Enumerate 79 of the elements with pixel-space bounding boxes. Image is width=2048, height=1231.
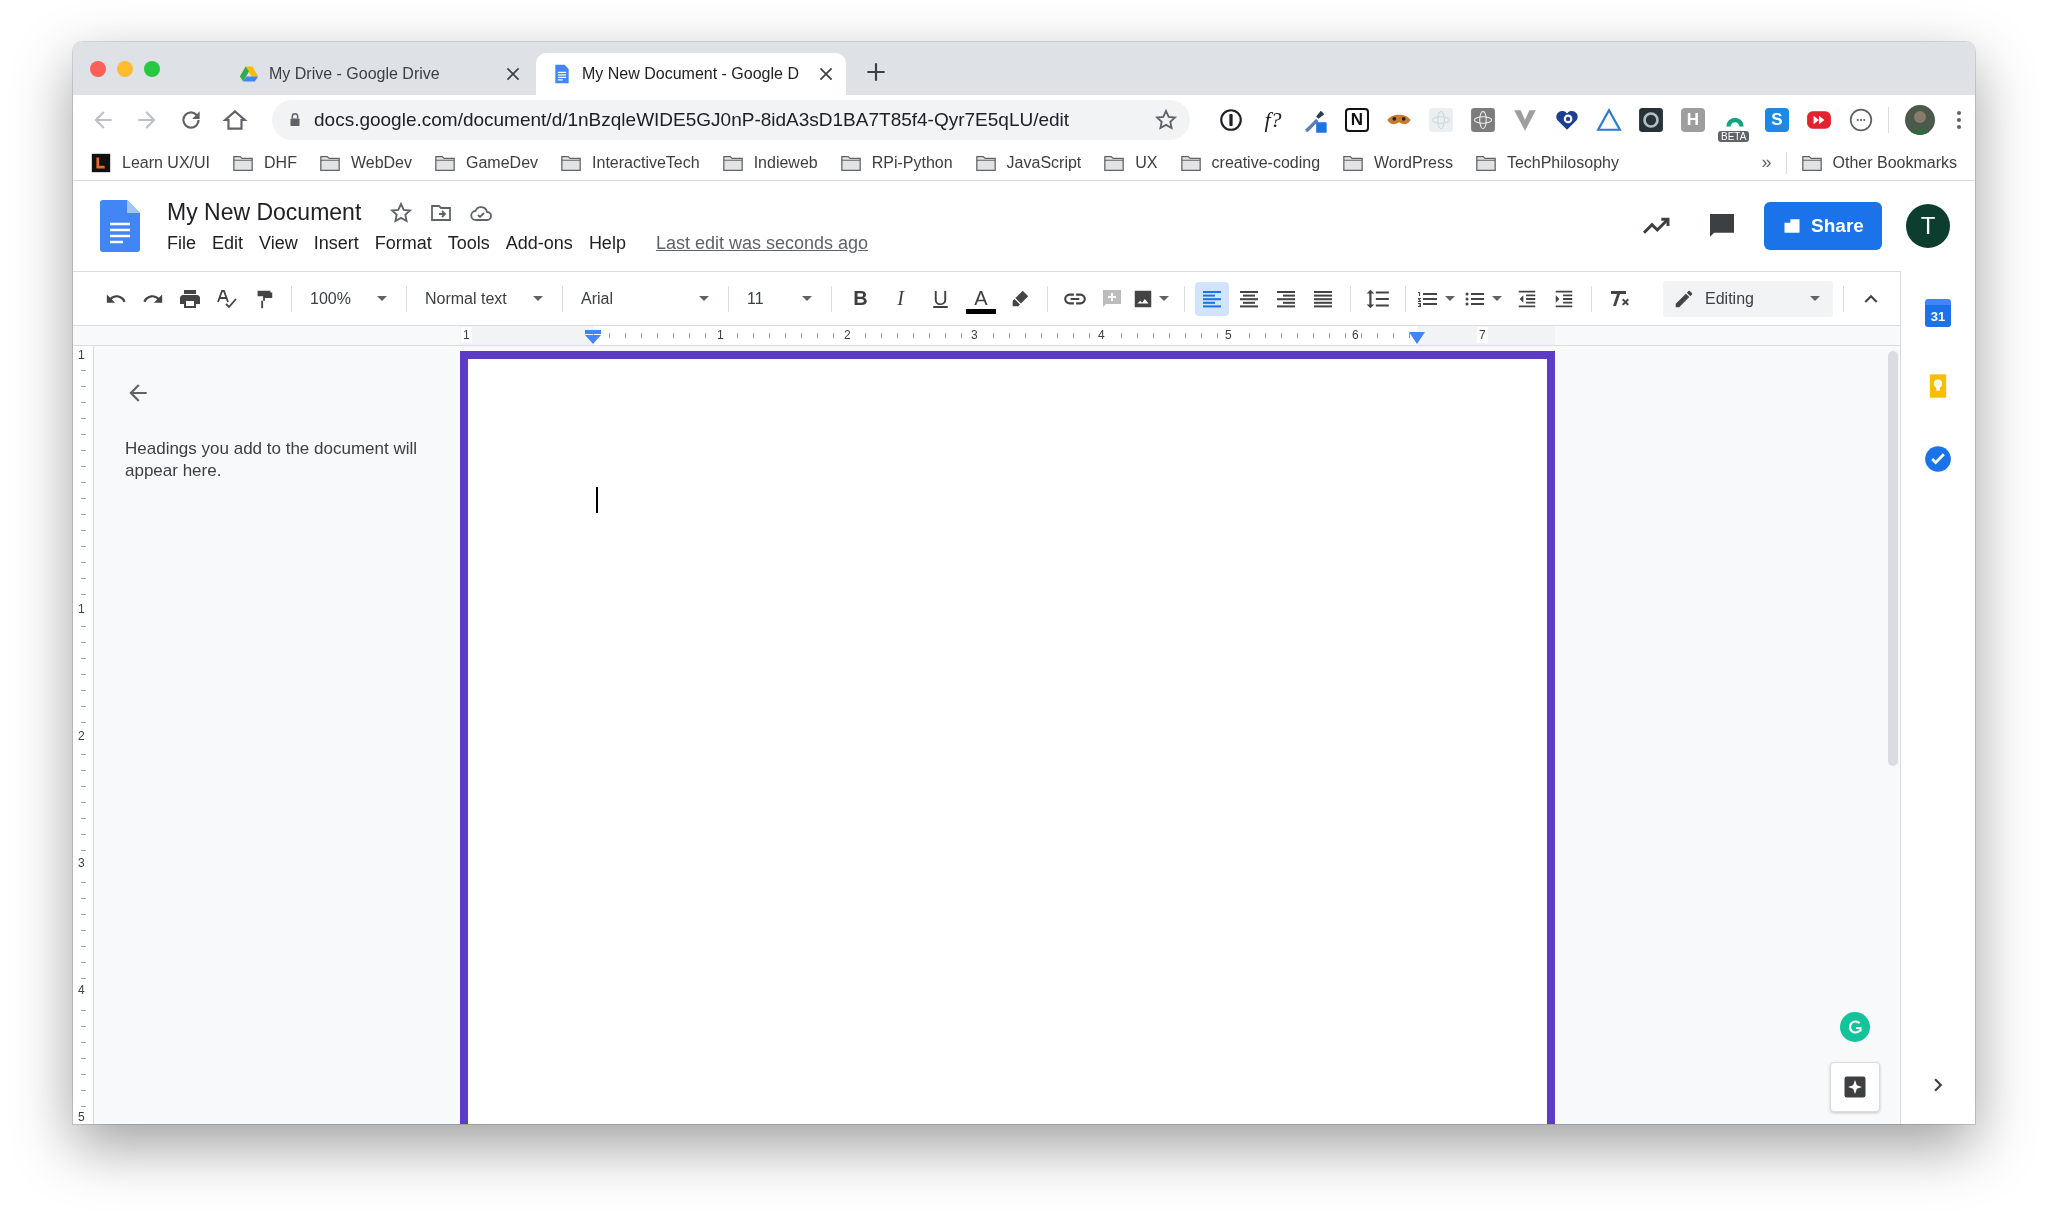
extension-button[interactable]: f? [1264,107,1282,133]
ruler-number: 1 [461,327,472,343]
document-icon [552,64,572,84]
menu-item[interactable]: File [161,230,202,257]
explore-button[interactable] [1830,1062,1880,1112]
bookmark[interactable]: InteractiveTech [560,151,700,174]
font-size-dropdown[interactable]: 11 [739,281,821,316]
home-icon[interactable] [222,107,248,133]
menu-item[interactable]: Insert [307,230,365,257]
address-bar[interactable]: docs.google.com/document/d/1nBzqleWIDE5GJ0nP-8idA3sD1BA7T85f4-Qyr7E5qLU/edit [272,100,1190,140]
building-icon [1782,216,1803,236]
drive-icon [239,64,259,84]
caret-icon [1810,296,1820,301]
align-button[interactable] [1195,281,1229,316]
user-avatar[interactable]: T [1906,204,1950,248]
zoom-dropdown[interactable]: 100% [302,281,396,316]
menu-item[interactable]: Format [368,230,438,257]
bookmark[interactable]: creative-coding [1179,151,1321,174]
menu-item[interactable]: Help [582,230,632,257]
mode-dropdown[interactable]: Editing [1663,280,1833,317]
text-cursor [596,487,598,513]
bookmark[interactable]: Learn UX/UI [90,151,211,174]
font-dropdown[interactable]: Arial [573,281,718,316]
indent-marker[interactable] [585,330,601,344]
style-dropdown[interactable]: Normal text [417,281,552,316]
browser-tab[interactable]: My New Document - Google D [536,53,846,95]
more-bookmarks-button[interactable]: » [1761,152,1772,173]
check-icon[interactable] [1924,445,1952,473]
caret-icon [533,296,543,301]
bookmark[interactable]: TechPhilosophy [1474,151,1619,174]
atom-icon[interactable] [1470,107,1496,133]
browser-tab[interactable]: My Drive - Google Drive [223,53,533,95]
bookmark[interactable]: DHF [232,151,297,174]
document-page[interactable] [460,351,1555,1124]
braces-icon[interactable] [1848,107,1874,133]
triangle-icon[interactable] [1596,107,1622,133]
bookmark[interactable]: JavaScript [974,151,1082,174]
star-icon[interactable] [1154,108,1178,132]
last-edit-link[interactable]: Last edit was seconds ago [655,233,869,254]
scrollbar-thumb[interactable] [1888,351,1898,766]
star-icon[interactable] [389,200,414,225]
bookmark[interactable]: UX [1103,151,1158,174]
menu-item[interactable]: Tools [441,230,496,257]
extension-button[interactable]: N [1345,108,1369,132]
caret-icon [1159,296,1169,301]
ruler-number: 4 [76,982,87,998]
beta-badge: BETA [1718,131,1750,142]
menu-item[interactable]: View [253,230,304,257]
extension-button[interactable]: S [1765,108,1789,132]
menu-item[interactable]: Edit [206,230,250,257]
indent-marker[interactable] [1409,332,1425,344]
ruler-number: 7 [1477,327,1488,343]
app-icon [90,151,112,174]
text-color-button[interactable]: A [966,283,996,314]
bold-button[interactable]: B [842,281,879,316]
ruler-number: 5 [76,1109,87,1124]
info-icon[interactable] [1218,107,1244,133]
chevron-icon[interactable] [1512,107,1538,133]
bookmark[interactable]: GameDev [434,151,539,174]
avatar-icon[interactable] [1905,105,1935,135]
bookmark[interactable]: Indieweb [721,151,818,174]
caret-icon [802,296,812,301]
caret-icon [699,296,709,301]
caret-icon [377,296,387,301]
share-button[interactable]: Share [1764,202,1882,250]
caret-icon [1492,296,1502,301]
document-title[interactable]: My New Document [167,199,374,226]
calendar-button[interactable]: 31 [1925,299,1951,327]
caret-icon [1445,296,1455,301]
bookmark[interactable]: WordPress [1342,151,1453,174]
bookmark[interactable]: Other Bookmarks [1800,151,1957,174]
outline-hint: Headings you add to the document will appear here. [125,438,418,482]
menu-item[interactable]: Add-ons [499,230,579,257]
docs-logo[interactable] [100,200,140,252]
bookmark[interactable]: RPi-Python [839,151,953,174]
italic-button[interactable]: I [882,281,919,316]
eye-icon[interactable] [1638,107,1664,133]
underline-button[interactable]: U [922,281,959,316]
bookmark[interactable]: WebDev [318,151,412,174]
